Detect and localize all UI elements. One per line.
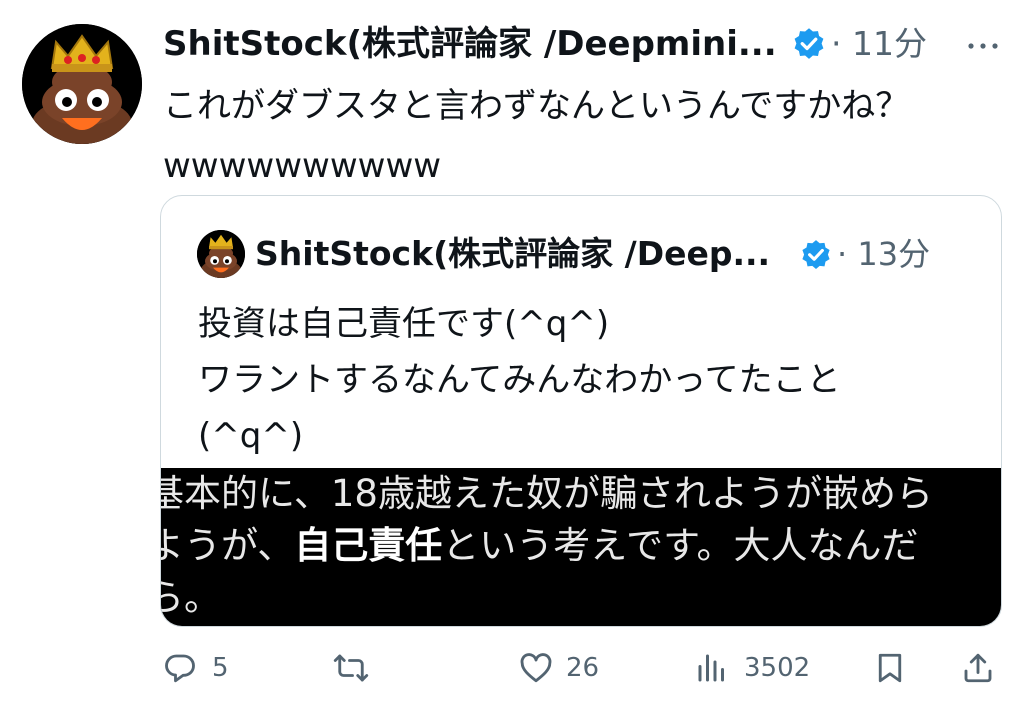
poop-king-avatar-icon	[197, 230, 245, 278]
tweet-action-bar: 5 26 3502	[160, 644, 1000, 694]
author-avatar[interactable]	[22, 24, 142, 144]
like-count: 26	[566, 653, 600, 683]
quote-text-line: ワラントするなんてみんなわかってたこと	[198, 360, 841, 400]
quote-time: · 13分	[837, 235, 931, 273]
views-button[interactable]: 3502	[694, 644, 824, 694]
quote-text: 投資は自己責任です(^q^) ワラントするなんてみんなわかってたこと (^q^)	[198, 296, 988, 464]
quote-media-image[interactable]: 基本的に、18歳越えた奴が騙されようが嵌めら ようが、自己責任という考えです。大…	[161, 468, 1001, 626]
views-icon	[698, 654, 724, 682]
retweet-icon	[333, 654, 369, 682]
views-count: 3502	[744, 653, 811, 683]
quote-author-avatar	[197, 230, 245, 278]
verified-badge-icon	[794, 28, 824, 59]
tweet-text: これがダブスタと言わずなんというんですかね？ wwwwwwwwww	[163, 76, 1003, 196]
media-caption-line: ら。	[161, 576, 221, 619]
more-options-icon[interactable]	[963, 26, 1003, 62]
quote-author-name: ShitStock(株式評論家 /Deep...	[255, 234, 771, 273]
media-caption-emphasis: 自己責任	[294, 524, 443, 567]
tweet-time[interactable]: · 11分	[831, 22, 927, 66]
media-caption-line: ようが、自己責任という考えです。大人なんだ	[161, 520, 1001, 572]
retweet-button[interactable]	[332, 644, 392, 694]
reply-count: 5	[212, 653, 229, 683]
tweet-text-line: wwwwwwwwww	[163, 146, 442, 186]
poop-king-avatar-icon	[22, 24, 142, 144]
media-caption-text: という考えです。大人なんだ	[442, 524, 919, 567]
verified-badge-icon	[802, 240, 830, 270]
reply-icon	[165, 654, 195, 683]
bookmark-button[interactable]	[872, 644, 912, 694]
media-caption-line: 基本的に、18歳越えた奴が騙されようが嵌めら	[161, 472, 933, 515]
share-icon	[964, 653, 992, 683]
media-caption-text: ようが、	[161, 524, 295, 567]
author-name[interactable]: ShitStock(株式評論家 /Deepmini...	[163, 22, 777, 66]
tweet-text-line: これがダブスタと言わずなんというんですかね？	[163, 86, 910, 126]
tweet-header: ShitStock(株式評論家 /Deepmini... · 11分	[163, 22, 1023, 70]
quote-tweet-card[interactable]: ShitStock(株式評論家 /Deep... · 13分 投資は自己責任です…	[160, 195, 1002, 627]
quote-text-line: 投資は自己責任です(^q^)	[198, 304, 610, 344]
share-button[interactable]	[960, 644, 1000, 694]
quote-text-line: (^q^)	[198, 416, 304, 456]
bookmark-icon	[878, 653, 902, 683]
like-icon	[520, 653, 552, 683]
like-button[interactable]: 26	[518, 644, 608, 694]
reply-button[interactable]: 5	[162, 644, 242, 694]
